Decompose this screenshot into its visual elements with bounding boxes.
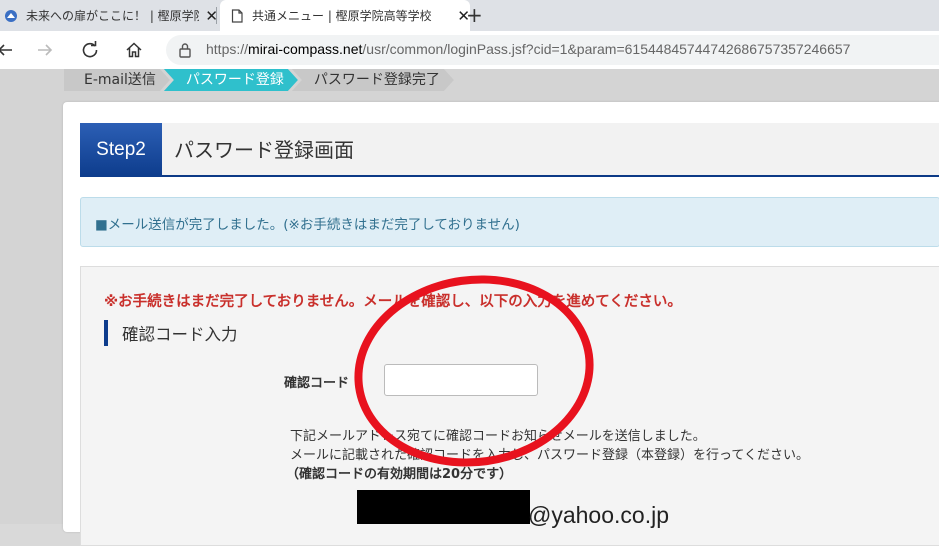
- info-line-2: メールに記載された確認コードを入力し、パスワード登録（本登録）を行ってください。: [290, 448, 809, 463]
- url-domain: mirai-compass.net: [248, 41, 363, 57]
- code-label: 確認コード: [284, 376, 350, 391]
- info-line-1: 下記メールアドレス宛てに確認コードお知らせメールを送信しました。: [290, 429, 706, 444]
- info-notice: ■メール送信が完了しました。(※お手続きはまだ完了しておりません): [80, 197, 939, 247]
- page-document-icon: [231, 8, 243, 23]
- reload-icon[interactable]: [80, 40, 100, 60]
- site-favicon-icon: [5, 9, 17, 22]
- browser-tab-1[interactable]: 未来への扉がここに！ | 樫原学院高 ✕: [0, 0, 218, 31]
- info-line-3: （確認コードの有効期間は20分です）: [286, 467, 513, 482]
- url-path: /usr/common/loginPass.jsf?cid=1&param=61…: [362, 41, 851, 57]
- home-icon[interactable]: [124, 40, 144, 60]
- browser-tab-bar: 未来への扉がここに！ | 樫原学院高 ✕ 共通メニュー | 樫原学院高等学校 ✕…: [0, 0, 939, 31]
- back-arrow-icon[interactable]: [0, 41, 14, 59]
- lock-icon[interactable]: [178, 42, 192, 58]
- redacted-email-local-part: [357, 490, 530, 524]
- warning-message: ※お手続きはまだ完了しておりません。メールを確認し、以下の入力を進めてください。: [104, 294, 682, 310]
- url-text: https://mirai-compass.net/usr/common/log…: [206, 41, 850, 57]
- step-badge: Step2: [80, 123, 162, 177]
- new-tab-icon[interactable]: +: [466, 3, 483, 27]
- confirmation-code-input[interactable]: [384, 364, 538, 396]
- page-title: パスワード登録画面: [174, 138, 354, 162]
- step-email-sent: E-mail送信: [64, 69, 170, 91]
- forward-arrow-icon[interactable]: [36, 41, 54, 59]
- section-marker: [104, 320, 108, 346]
- tab-separator: [216, 7, 217, 24]
- browser-tab-2[interactable]: 共通メニュー | 樫原学院高等学校 ✕: [220, 0, 470, 31]
- progress-steps: E-mail送信 パスワード登録 パスワード登録完了: [64, 69, 448, 91]
- url-scheme: https://: [206, 41, 249, 57]
- tab-title: 未来への扉がここに！ | 樫原学院高: [26, 9, 200, 23]
- notice-text: ■メール送信が完了しました。(※お手続きはまだ完了しておりません): [95, 217, 520, 233]
- tab-title: 共通メニュー | 樫原学院高等学校: [252, 9, 432, 23]
- step-password-complete: パスワード登録完了: [292, 69, 454, 91]
- url-field[interactable]: https://mirai-compass.net/usr/common/log…: [166, 35, 939, 65]
- step-password-register: パスワード登録: [164, 69, 298, 91]
- email-domain-text: @yahoo.co.jp: [528, 502, 669, 528]
- section-title: 確認コード入力: [122, 325, 238, 344]
- address-bar-row: https://mirai-compass.net/usr/common/log…: [0, 31, 939, 70]
